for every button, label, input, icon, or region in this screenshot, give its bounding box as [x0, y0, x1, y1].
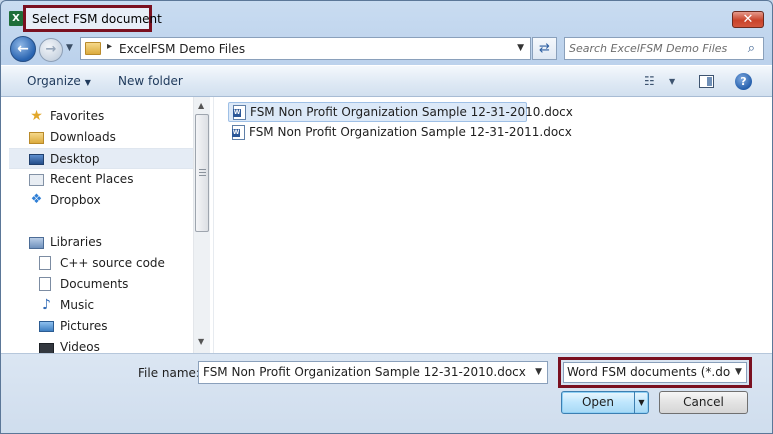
word-document-icon	[233, 105, 246, 120]
nav-item-recent-places[interactable]: Recent Places	[9, 169, 193, 190]
nav-item-dropbox[interactable]: ❖ Dropbox	[9, 190, 193, 211]
change-view-icon[interactable]: ☷	[644, 75, 658, 88]
open-button-label[interactable]: Open	[562, 392, 634, 413]
document-icon	[39, 277, 51, 291]
cancel-button[interactable]: Cancel	[659, 391, 748, 414]
chevron-down-icon: ▼	[84, 78, 91, 87]
nav-item-libraries[interactable]: Libraries	[9, 232, 193, 253]
scroll-down-icon[interactable]: ▼	[198, 337, 204, 346]
recent-locations-dropdown-icon[interactable]: ▼	[66, 43, 73, 53]
dropbox-icon: ❖	[30, 192, 43, 207]
grip-icon	[199, 169, 206, 176]
nav-item-label: C++ source code	[60, 256, 165, 270]
file-name-label: File name:	[138, 366, 200, 380]
nav-item-desktop[interactable]: Desktop	[9, 148, 193, 169]
address-dropdown-icon[interactable]: ▼	[517, 43, 524, 53]
nav-item-music[interactable]: ♪ Music	[9, 295, 193, 316]
search-icon[interactable]: ⌕	[748, 41, 755, 56]
nav-item-pictures[interactable]: Pictures	[9, 316, 193, 337]
nav-item-label: Favorites	[50, 109, 105, 123]
file-name: FSM Non Profit Organization Sample 12-31…	[249, 125, 572, 139]
word-document-icon	[232, 125, 245, 140]
nav-item-label: Downloads	[50, 130, 116, 144]
folder-icon	[29, 132, 44, 144]
file-name-field[interactable]: FSM Non Profit Organization Sample 12-31…	[198, 361, 548, 384]
address-bar[interactable]: ▸ ExcelFSM Demo Files ▼	[80, 37, 531, 60]
scroll-up-icon[interactable]: ▲	[198, 101, 204, 110]
organize-label: Organize	[27, 74, 81, 88]
file-dialog-window: X Select FSM document ✕ ← → ▼ ▸ ExcelFSM…	[0, 0, 773, 434]
nav-item-videos[interactable]: Videos	[9, 337, 193, 353]
back-button[interactable]: ←	[10, 36, 36, 62]
preview-pane-icon[interactable]	[699, 75, 714, 88]
file-name-dropdown-icon[interactable]: ▼	[535, 367, 542, 377]
new-folder-button[interactable]: New folder	[118, 74, 183, 88]
command-toolbar: Organize ▼ New folder ☷ ▼ ?	[1, 65, 772, 97]
title-bar[interactable]: X Select FSM document ✕	[1, 1, 772, 35]
nav-item-downloads[interactable]: Downloads	[9, 127, 193, 148]
chevron-down-icon[interactable]: ▼	[731, 363, 746, 382]
nav-item-label: Music	[60, 298, 95, 312]
nav-item-label: Libraries	[50, 235, 102, 249]
star-icon: ★	[30, 108, 43, 124]
breadcrumb-current-folder[interactable]: ExcelFSM Demo Files	[119, 42, 245, 56]
file-type-select[interactable]: Word FSM documents (*.docx;* ▼	[563, 362, 747, 383]
nav-item-label: Desktop	[50, 152, 100, 166]
file-type-highlight-box: Word FSM documents (*.docx;* ▼	[558, 357, 752, 388]
desktop-icon	[29, 154, 44, 165]
search-input[interactable]	[569, 40, 739, 57]
nav-item-label: Dropbox	[50, 193, 101, 207]
nav-item-label: Pictures	[60, 319, 108, 333]
recent-places-icon	[29, 174, 44, 186]
folder-icon	[85, 42, 101, 55]
document-icon	[39, 256, 51, 270]
file-type-value: Word FSM documents (*.docx;*	[567, 365, 747, 379]
title-highlight-box: Select FSM document	[23, 5, 162, 32]
open-options-dropdown-icon[interactable]: ▼	[634, 392, 648, 413]
excel-app-icon: X	[9, 11, 23, 26]
scroll-thumb[interactable]	[195, 114, 209, 232]
help-icon[interactable]: ?	[735, 73, 752, 90]
search-box[interactable]: ⌕	[564, 37, 764, 60]
navigation-scrollbar[interactable]: ▲ ▼	[193, 97, 210, 353]
videos-icon	[39, 343, 54, 353]
nav-item-label: Videos	[60, 340, 100, 353]
breadcrumb-separator-icon[interactable]: ▸	[107, 41, 112, 52]
nav-item-label: Documents	[60, 277, 129, 291]
nav-item-label: Recent Places	[50, 172, 134, 186]
window-title: Select FSM document	[32, 12, 162, 26]
libraries-icon	[29, 237, 44, 249]
refresh-button[interactable]: ⇄	[532, 37, 557, 60]
file-name-value[interactable]: FSM Non Profit Organization Sample 12-31…	[203, 365, 526, 379]
file-name: FSM Non Profit Organization Sample 12-31…	[250, 105, 573, 119]
file-item[interactable]: FSM Non Profit Organization Sample 12-31…	[228, 102, 573, 122]
close-button[interactable]: ✕	[732, 11, 764, 28]
open-button[interactable]: Open ▼	[561, 391, 649, 414]
file-list: FSM Non Profit Organization Sample 12-31…	[213, 97, 772, 353]
dialog-footer: File name: FSM Non Profit Organization S…	[1, 353, 772, 433]
nav-item-documents[interactable]: Documents	[9, 274, 193, 295]
view-options-dropdown-icon[interactable]: ▼	[669, 77, 675, 86]
organize-menu-button[interactable]: Organize ▼	[27, 74, 91, 88]
content-area: ★ Favorites Downloads Desktop Recent Pla…	[1, 97, 772, 353]
navigation-pane: ★ Favorites Downloads Desktop Recent Pla…	[9, 97, 209, 353]
nav-item-favorites[interactable]: ★ Favorites	[9, 106, 193, 127]
file-item[interactable]: FSM Non Profit Organization Sample 12-31…	[228, 123, 572, 143]
address-row: ← → ▼ ▸ ExcelFSM Demo Files ▼ ⇄ ⌕	[1, 35, 772, 62]
nav-item-cpp-source-code[interactable]: C++ source code	[9, 253, 193, 274]
music-icon: ♪	[42, 297, 51, 313]
pictures-icon	[39, 321, 54, 332]
forward-button[interactable]: →	[39, 38, 63, 62]
